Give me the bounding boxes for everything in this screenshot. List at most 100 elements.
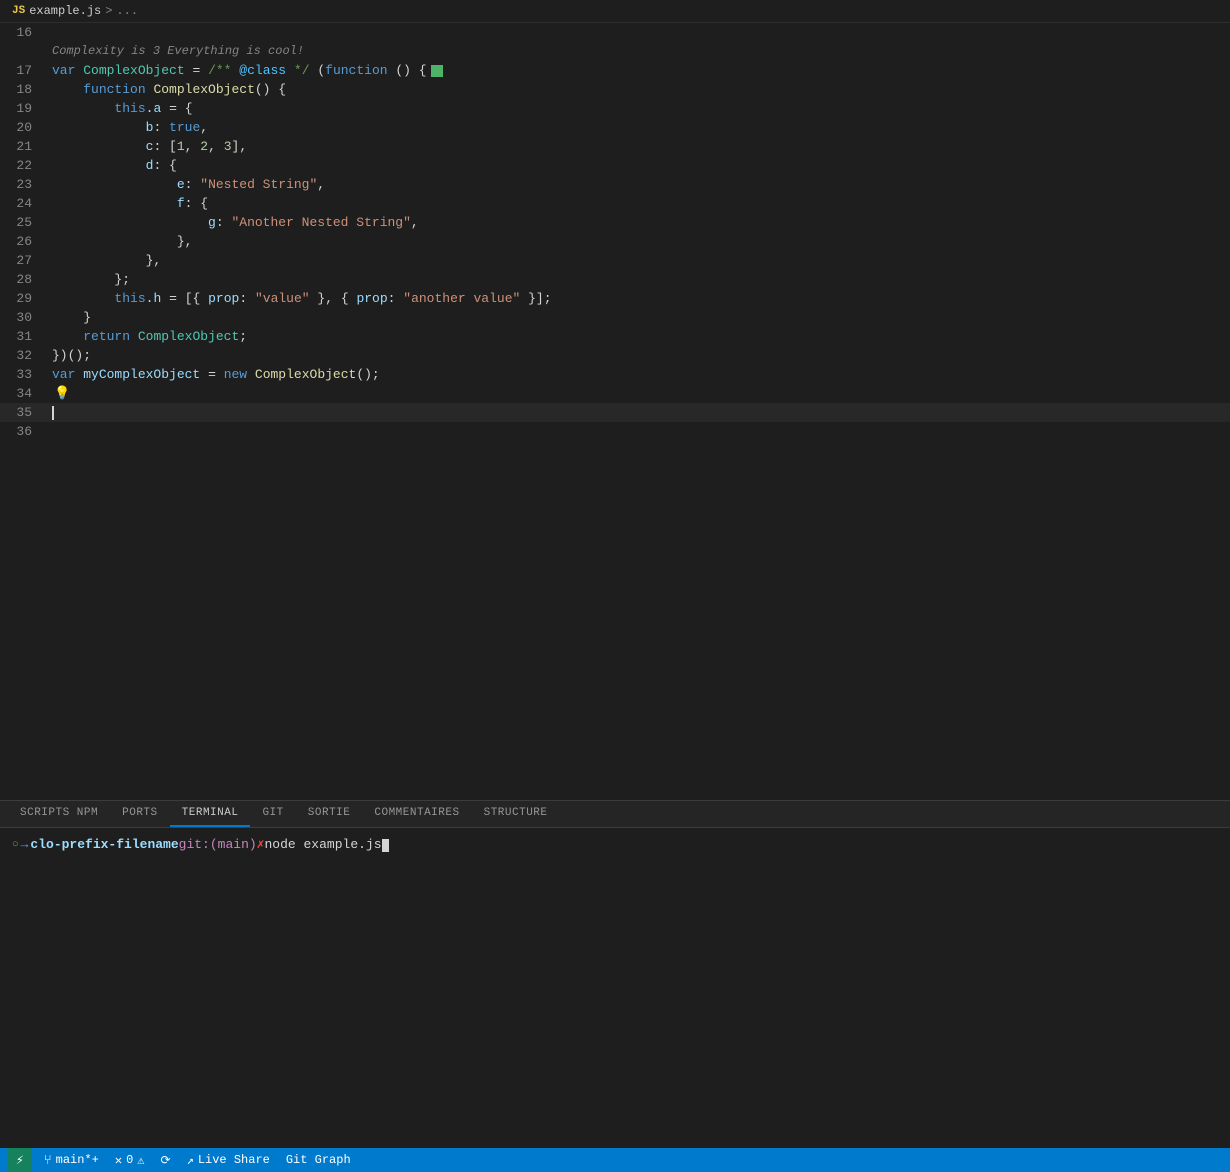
- line-content-18: function ComplexObject() {: [48, 80, 1230, 99]
- line-number-16: 16: [0, 23, 48, 42]
- code-line-20: 20 b: true,: [0, 118, 1230, 137]
- code-line-34: 34 💡: [0, 384, 1230, 403]
- cursor: [52, 406, 54, 420]
- line-content-33: var myComplexObject = new ComplexObject(…: [48, 365, 1230, 384]
- warning-icon: ⚠: [137, 1153, 144, 1168]
- line-number-25: 25: [0, 213, 48, 232]
- code-line-27: 27 },: [0, 251, 1230, 270]
- line-content-25: g: "Another Nested String",: [48, 213, 1230, 232]
- branch-icon: ⑂: [44, 1153, 52, 1168]
- terminal-cross: ✗: [257, 834, 265, 856]
- code-container: 16 Complexity is 3 Everything is cool! 1…: [0, 23, 1230, 441]
- code-line-32: 32 })();: [0, 346, 1230, 365]
- error-count: 0: [126, 1153, 133, 1167]
- terminal-dir: clo-prefix-filename: [30, 834, 178, 856]
- tab-scripts-npm[interactable]: SCRIPTS NPM: [8, 801, 110, 827]
- line-content-16: [48, 23, 1230, 42]
- line-number-26: 26: [0, 232, 48, 251]
- line-number-31: 31: [0, 327, 48, 346]
- line-number-33: 33: [0, 365, 48, 384]
- line-content-22: d: {: [48, 156, 1230, 175]
- line-number-35: 35: [0, 403, 48, 422]
- panel-bottom: SCRIPTS NPM PORTS TERMINAL GIT SORTIE CO…: [0, 800, 1230, 1148]
- code-line-17: 17 var ComplexObject = /** @class */ (fu…: [0, 61, 1230, 80]
- tab-ports[interactable]: PORTS: [110, 801, 170, 827]
- code-line-31: 31 return ComplexObject;: [0, 327, 1230, 346]
- tab-commentaires[interactable]: COMMENTAIRES: [362, 801, 471, 827]
- line-number-29: 29: [0, 289, 48, 308]
- code-line-35[interactable]: 35: [0, 403, 1230, 422]
- code-line-23: 23 e: "Nested String",: [0, 175, 1230, 194]
- status-bar: ⚡ ⑂ main*+ ✕ 0 ⚠ ⟳ ↗ Live Share Git Grap…: [0, 1148, 1230, 1172]
- info-line: Complexity is 3 Everything is cool!: [0, 42, 1230, 61]
- code-line-16: 16: [0, 23, 1230, 42]
- line-number-36: 36: [0, 422, 48, 441]
- line-content-19: this.a = {: [48, 99, 1230, 118]
- line-number-22: 22: [0, 156, 48, 175]
- sync-status[interactable]: ⟳: [157, 1153, 175, 1168]
- terminal-command: node example.js: [265, 834, 382, 856]
- terminal-git-branch: git:(main): [179, 834, 257, 856]
- line-content-26: },: [48, 232, 1230, 251]
- code-line-21: 21 c: [1, 2, 3],: [0, 137, 1230, 156]
- terminal-content[interactable]: ○ → clo-prefix-filename git:(main) ✗ nod…: [0, 828, 1230, 1148]
- errors-status[interactable]: ✕ 0 ⚠: [111, 1153, 149, 1168]
- terminal-cursor: [382, 839, 389, 852]
- line-number-30: 30: [0, 308, 48, 327]
- line-number-34: 34: [0, 384, 48, 403]
- terminal-prompt: ○ → clo-prefix-filename git:(main) ✗ nod…: [12, 834, 1218, 856]
- line-content-24: f: {: [48, 194, 1230, 213]
- code-line-30: 30 }: [0, 308, 1230, 327]
- liveshare-button[interactable]: ↗ Live Share: [183, 1153, 274, 1168]
- line-number-23: 23: [0, 175, 48, 194]
- code-line-26: 26 },: [0, 232, 1230, 251]
- editor-area[interactable]: 16 Complexity is 3 Everything is cool! 1…: [0, 23, 1230, 800]
- file-icon: JS: [12, 5, 25, 17]
- terminal-arrow: →: [21, 834, 29, 856]
- liveshare-label: Live Share: [198, 1153, 270, 1167]
- green-box-indicator: [431, 65, 443, 77]
- tab-git[interactable]: GIT: [250, 801, 295, 827]
- line-number-19: 19: [0, 99, 48, 118]
- line-content-29: this.h = [{ prop: "value" }, { prop: "an…: [48, 289, 1230, 308]
- breadcrumb: JS example.js > ...: [0, 0, 1230, 23]
- error-icon: ✕: [115, 1153, 122, 1168]
- line-content-27: },: [48, 251, 1230, 270]
- line-content-34: 💡: [48, 384, 1230, 403]
- line-content-35: [48, 403, 1230, 422]
- gitgraph-button[interactable]: Git Graph: [282, 1153, 355, 1167]
- branch-label: main*+: [56, 1153, 99, 1167]
- line-number-27: 27: [0, 251, 48, 270]
- line-content-36: [48, 422, 1230, 441]
- line-content-30: }: [48, 308, 1230, 327]
- tab-sortie[interactable]: SORTIE: [296, 801, 363, 827]
- panel-tabs: SCRIPTS NPM PORTS TERMINAL GIT SORTIE CO…: [0, 801, 1230, 828]
- line-content-31: return ComplexObject;: [48, 327, 1230, 346]
- code-line-28: 28 };: [0, 270, 1230, 289]
- complexity-info: Complexity is 3 Everything is cool!: [48, 42, 304, 61]
- line-content-17: var ComplexObject = /** @class */ (funct…: [48, 61, 1230, 80]
- line-content-23: e: "Nested String",: [48, 175, 1230, 194]
- line-number-28: 28: [0, 270, 48, 289]
- branch-status[interactable]: ⑂ main*+: [40, 1153, 103, 1168]
- breadcrumb-rest: ...: [116, 4, 138, 18]
- lightbulb-icon[interactable]: 💡: [52, 386, 70, 401]
- code-line-24: 24 f: {: [0, 194, 1230, 213]
- code-line-22: 22 d: {: [0, 156, 1230, 175]
- tab-terminal[interactable]: TERMINAL: [170, 801, 251, 827]
- terminal-circle: ○: [12, 834, 19, 856]
- breadcrumb-filename[interactable]: example.js: [29, 4, 101, 18]
- line-content-28: };: [48, 270, 1230, 289]
- sync-icon: ⟳: [161, 1153, 171, 1168]
- code-line-29: 29 this.h = [{ prop: "value" }, { prop: …: [0, 289, 1230, 308]
- code-line-33: 33 var myComplexObject = new ComplexObje…: [0, 365, 1230, 384]
- code-line-25: 25 g: "Another Nested String",: [0, 213, 1230, 232]
- remote-status[interactable]: ⚡: [8, 1148, 32, 1172]
- line-number-21: 21: [0, 137, 48, 156]
- line-number-20: 20: [0, 118, 48, 137]
- tab-structure[interactable]: STRUCTURE: [472, 801, 560, 827]
- line-number-24: 24: [0, 194, 48, 213]
- code-line-36: 36: [0, 422, 1230, 441]
- line-number-32: 32: [0, 346, 48, 365]
- line-content-21: c: [1, 2, 3],: [48, 137, 1230, 156]
